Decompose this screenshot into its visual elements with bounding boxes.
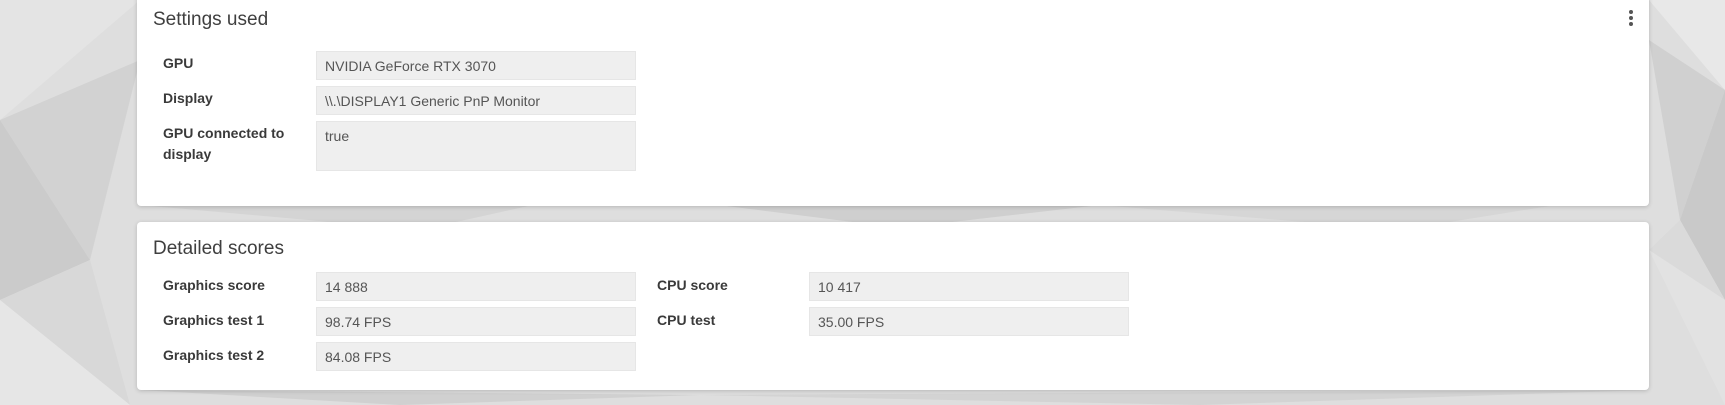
gpu-value: NVIDIA GeForce RTX 3070 (316, 51, 636, 80)
cpu-score-value: 10 417 (809, 272, 1129, 301)
scores-title: Detailed scores (153, 238, 284, 259)
cpu-test-label: CPU test (657, 312, 716, 328)
kebab-menu-icon[interactable] (1627, 10, 1635, 26)
cpu-test-value: 35.00 FPS (809, 307, 1129, 336)
gpu-connected-value: true (316, 121, 636, 171)
settings-used-panel: Settings used GPU NVIDIA GeForce RTX 307… (137, 0, 1649, 206)
display-label: Display (163, 90, 213, 106)
graphics-test-2-label: Graphics test 2 (163, 347, 265, 363)
cpu-score-label: CPU score (657, 277, 728, 293)
graphics-test-1-value: 98.74 FPS (316, 307, 636, 336)
gpu-label: GPU (163, 55, 194, 71)
settings-title: Settings used (153, 9, 269, 30)
detailed-scores-panel: Detailed scores Graphics score 14 888 Gr… (137, 222, 1649, 390)
graphics-test-1-label: Graphics test 1 (163, 312, 265, 328)
graphics-test-2-value: 84.08 FPS (316, 342, 636, 371)
display-value: \\.\DISPLAY1 Generic PnP Monitor (316, 86, 636, 115)
gpu-connected-label: GPU connected to display (163, 125, 285, 162)
graphics-score-value: 14 888 (316, 272, 636, 301)
graphics-score-label: Graphics score (163, 277, 265, 293)
